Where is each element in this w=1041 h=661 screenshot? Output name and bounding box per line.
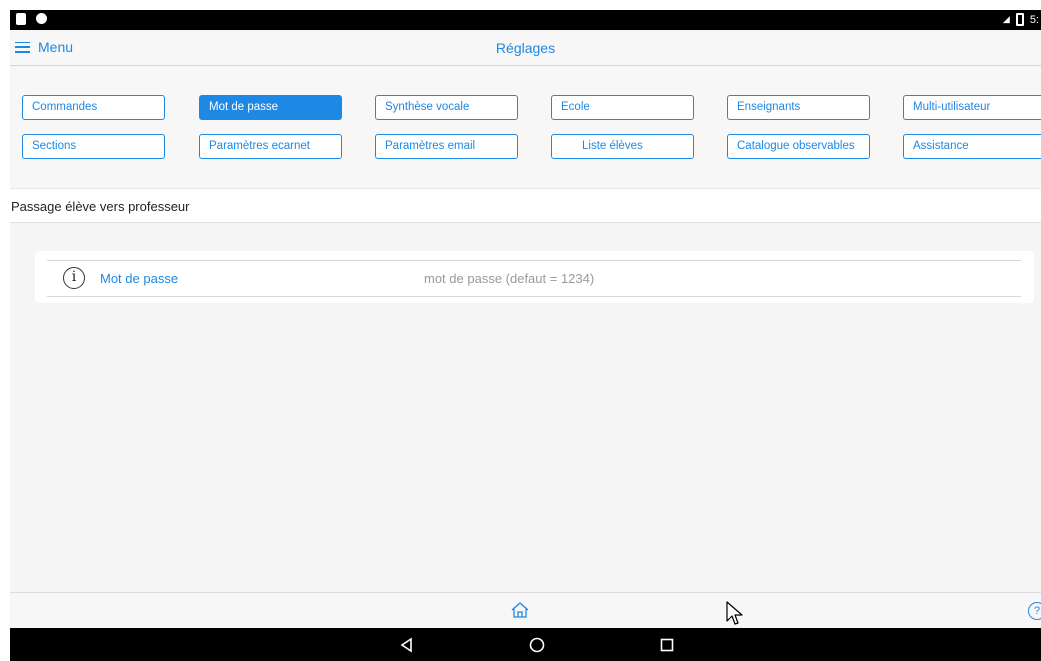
divider bbox=[47, 296, 1021, 297]
password-label: Mot de passe bbox=[100, 271, 179, 286]
status-time: 5: bbox=[1029, 13, 1039, 26]
section-title: Passage élève vers professeur bbox=[10, 188, 1041, 223]
recents-icon[interactable] bbox=[658, 636, 676, 654]
content-area: i Mot de passe bbox=[10, 223, 1041, 592]
page-title: Réglages bbox=[495, 40, 556, 56]
mouse-cursor-icon bbox=[726, 601, 743, 625]
header: Menu Réglages bbox=[10, 30, 1041, 66]
tab-commandes[interactable]: Commandes bbox=[22, 95, 165, 120]
tab-mot-de-passe[interactable]: Mot de passe bbox=[199, 95, 342, 120]
status-left-icons bbox=[16, 13, 47, 25]
password-input[interactable] bbox=[365, 265, 695, 291]
password-card: i Mot de passe bbox=[35, 251, 1034, 303]
tab-synthese-vocale[interactable]: Synthèse vocale bbox=[375, 95, 518, 120]
tab-multi-utilisateur[interactable]: Multi-utilisateur bbox=[903, 95, 1041, 120]
back-icon[interactable] bbox=[398, 636, 416, 654]
bottom-toolbar: ? bbox=[10, 592, 1041, 628]
android-icon bbox=[36, 13, 47, 24]
tab-assistance[interactable]: Assistance bbox=[903, 134, 1041, 159]
settings-tabs: Commandes Mot de passe Synthèse vocale E… bbox=[10, 67, 1041, 188]
help-icon[interactable]: ? bbox=[1028, 602, 1041, 620]
battery-icon bbox=[1015, 13, 1024, 26]
divider bbox=[47, 260, 1021, 261]
info-icon[interactable]: i bbox=[63, 267, 85, 289]
status-right-icons: ◢ 5: bbox=[1003, 13, 1039, 26]
status-bar: ◢ 5: bbox=[10, 10, 1041, 30]
tab-ecole[interactable]: Ecole bbox=[551, 95, 694, 120]
tab-parametres-email[interactable]: Paramètres email bbox=[375, 134, 518, 159]
tab-sections[interactable]: Sections bbox=[22, 134, 165, 159]
signal-icon: ◢ bbox=[1002, 14, 1010, 24]
tab-catalogue-observables[interactable]: Catalogue observables bbox=[727, 134, 870, 159]
android-nav-bar bbox=[10, 628, 1041, 661]
home-icon[interactable] bbox=[510, 601, 530, 619]
tab-enseignants[interactable]: Enseignants bbox=[727, 95, 870, 120]
app-window: Menu Réglages Commandes Mot de passe Syn… bbox=[10, 30, 1041, 628]
sd-card-icon bbox=[16, 13, 26, 25]
circle-home-icon[interactable] bbox=[528, 636, 546, 654]
tab-parametres-ecarnet[interactable]: Paramètres ecarnet bbox=[199, 134, 342, 159]
tab-liste-eleves[interactable]: Liste élèves bbox=[551, 134, 694, 159]
